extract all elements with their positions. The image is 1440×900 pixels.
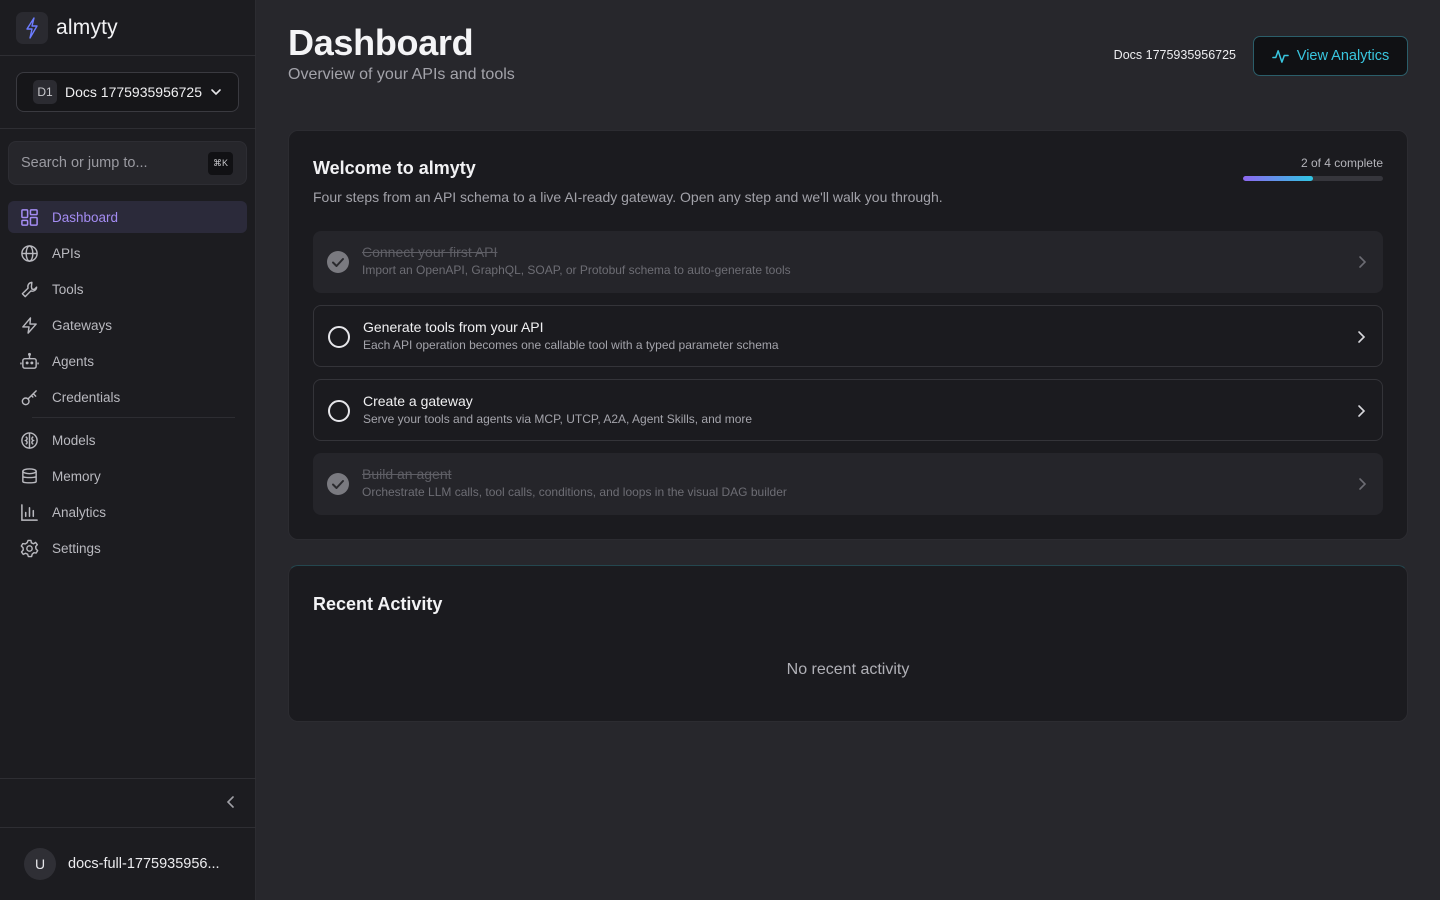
workspace-label: Docs 1775935956725	[1113, 48, 1236, 62]
step-title: Connect your first API	[362, 244, 498, 260]
collapse-sidebar-button[interactable]	[222, 793, 240, 811]
step-title: Build an agent	[362, 466, 452, 482]
divider	[32, 417, 235, 418]
recent-activity-title: Recent Activity	[313, 594, 443, 614]
brand[interactable]: almyty	[16, 12, 118, 44]
sidebar-item-apis[interactable]: APIs	[8, 237, 247, 269]
divider	[0, 778, 256, 779]
workspace-badge: D1	[33, 80, 57, 104]
user-menu[interactable]: U docs-full-1775935956...	[24, 848, 228, 880]
chevron-right-icon	[1359, 256, 1367, 268]
welcome-card: Welcome to almyty Four steps from an API…	[288, 130, 1408, 540]
chevron-down-icon	[211, 89, 221, 96]
database-icon	[22, 467, 37, 484]
divider	[0, 55, 256, 56]
globe-icon	[21, 244, 38, 262]
step-description: Orchestrate LLM calls, tool calls, condi…	[362, 485, 787, 499]
empty-circle-icon	[328, 326, 350, 348]
step-connect-api[interactable]: Connect your first API Import an OpenAPI…	[313, 231, 1383, 293]
chevron-right-icon	[1359, 478, 1367, 490]
sidebar-item-label: Credentials	[52, 389, 121, 405]
progress-bar	[1243, 176, 1383, 181]
sidebar-nav: Dashboard APIs Tools Gateways Agents Cre…	[8, 201, 247, 568]
recent-activity-card: Recent Activity No recent activity	[288, 565, 1408, 722]
step-description: Serve your tools and agents via MCP, UTC…	[363, 412, 753, 426]
gear-icon	[20, 539, 39, 557]
sidebar-item-label: Tools	[52, 281, 84, 297]
sidebar-item-label: APIs	[52, 245, 81, 261]
sidebar-item-tools[interactable]: Tools	[8, 273, 247, 305]
progress-label: 2 of 4 complete	[1300, 156, 1383, 170]
sidebar-item-analytics[interactable]: Analytics	[8, 496, 247, 528]
progress-fill	[1243, 176, 1313, 181]
sidebar-item-dashboard[interactable]: Dashboard	[8, 201, 247, 233]
bar-chart-icon	[21, 503, 38, 521]
welcome-subtitle: Four steps from an API schema to a live …	[313, 189, 943, 205]
page-title: Dashboard	[288, 22, 474, 63]
step-title: Generate tools from your API	[363, 319, 544, 335]
sidebar-item-label: Settings	[52, 540, 101, 556]
search-input[interactable]	[21, 155, 201, 171]
step-title: Create a gateway	[363, 393, 473, 409]
sidebar-item-label: Agents	[52, 353, 95, 369]
empty-circle-icon	[328, 400, 350, 422]
chevron-left-icon	[226, 796, 234, 808]
view-analytics-button[interactable]: View Analytics	[1253, 36, 1408, 76]
view-analytics-label: View Analytics	[1296, 48, 1390, 64]
key-icon	[21, 389, 37, 405]
sidebar-item-gateways[interactable]: Gateways	[8, 309, 247, 341]
sidebar-item-label: Models	[52, 432, 96, 448]
check-circle-icon	[327, 473, 349, 495]
avatar: U	[24, 848, 56, 880]
sidebar: almyty D1 Docs 1775935956725 ⌘K Dashboar…	[0, 0, 256, 900]
step-build-agent[interactable]: Build an agent Orchestrate LLM calls, to…	[313, 453, 1383, 515]
sidebar-item-agents[interactable]: Agents	[8, 345, 247, 377]
brand-name: almyty	[56, 16, 118, 39]
step-create-gateway[interactable]: Create a gateway Serve your tools and ag…	[313, 379, 1383, 441]
chevron-right-icon	[1358, 405, 1366, 417]
step-description: Each API operation becomes one callable …	[363, 338, 779, 352]
wrench-icon	[21, 281, 38, 297]
sidebar-item-label: Gateways	[52, 317, 113, 333]
step-description: Import an OpenAPI, GraphQL, SOAP, or Pro…	[362, 263, 791, 277]
dashboard-icon	[21, 208, 38, 226]
divider	[0, 827, 256, 828]
sidebar-item-label: Dashboard	[52, 209, 119, 225]
page-subtitle: Overview of your APIs and tools	[288, 66, 515, 83]
sidebar-item-label: Analytics	[52, 504, 107, 520]
divider	[0, 128, 256, 129]
lightning-logo-icon	[16, 12, 48, 44]
empty-state: No recent activity	[786, 661, 910, 678]
welcome-title: Welcome to almyty	[313, 158, 476, 178]
workspace-switcher[interactable]: D1 Docs 1775935956725	[16, 72, 239, 112]
sidebar-item-settings[interactable]: Settings	[8, 532, 247, 564]
check-circle-icon	[327, 251, 349, 273]
robot-icon	[20, 352, 39, 369]
step-generate-tools[interactable]: Generate tools from your API Each API op…	[313, 305, 1383, 367]
sidebar-item-memory[interactable]: Memory	[8, 460, 247, 492]
user-name: docs-full-1775935956...	[68, 856, 220, 872]
search-box: ⌘K	[8, 141, 247, 185]
chevron-right-icon	[1358, 331, 1366, 343]
lightning-icon	[22, 316, 37, 334]
activity-icon	[1271, 49, 1289, 63]
workspace-name: Docs 1775935956725	[65, 84, 203, 100]
brain-icon	[21, 431, 38, 449]
sidebar-item-credentials[interactable]: Credentials	[8, 381, 247, 413]
sidebar-item-models[interactable]: Models	[8, 424, 247, 456]
sidebar-item-label: Memory	[52, 468, 101, 484]
shortcut-hint: ⌘K	[208, 152, 233, 175]
